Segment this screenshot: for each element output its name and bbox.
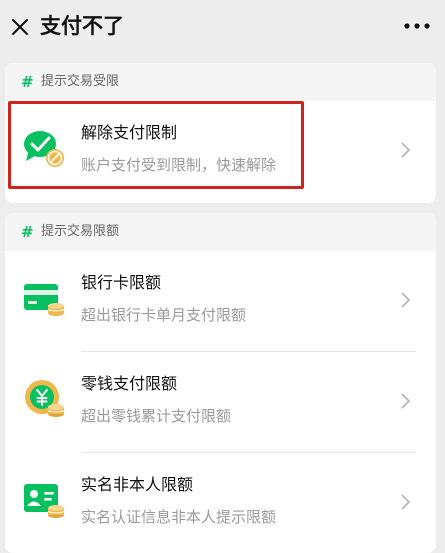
nav-header: 支付不了 <box>0 0 445 54</box>
limit-card: # 提示交易限额 银行卡限额 超出银行卡单月支付限额 零钱支付限额 超出零钱累计… <box>5 213 436 553</box>
balance-limit-item[interactable]: 零钱支付限额 超出零钱累计支付限额 <box>5 352 436 452</box>
highlight-box <box>8 101 304 189</box>
bank-card-limit-item[interactable]: 银行卡限额 超出银行卡单月支付限额 <box>5 251 436 351</box>
balance-yen-icon <box>25 380 65 417</box>
item-title: 零钱支付限额 <box>81 374 178 393</box>
page-title: 支付不了 <box>40 14 124 38</box>
chevron-right-icon <box>401 494 411 510</box>
close-icon[interactable] <box>8 15 32 39</box>
section-header: # 提示交易限额 <box>5 213 436 251</box>
section-title: 提示交易限额 <box>41 224 120 239</box>
more-options-icon[interactable] <box>403 16 431 36</box>
item-subtitle: 超出银行卡单月支付限额 <box>81 306 247 324</box>
chevron-right-icon <box>401 292 411 308</box>
id-card-icon <box>24 484 65 518</box>
item-subtitle: 实名认证信息非本人提示限额 <box>81 508 277 526</box>
hash-icon: # <box>21 223 34 241</box>
id-limit-item[interactable]: 实名非本人限额 实名认证信息非本人提示限额 <box>5 453 436 553</box>
item-subtitle: 超出零钱累计支付限额 <box>81 407 232 425</box>
item-title: 实名非本人限额 <box>81 475 194 494</box>
item-title: 银行卡限额 <box>81 273 162 292</box>
section-header: # 提示交易受限 <box>5 63 436 101</box>
chevron-right-icon <box>401 393 411 409</box>
bank-card-icon <box>24 284 65 316</box>
hash-icon: # <box>21 73 34 91</box>
section-title: 提示交易受限 <box>41 74 120 89</box>
chevron-right-icon <box>401 142 411 158</box>
